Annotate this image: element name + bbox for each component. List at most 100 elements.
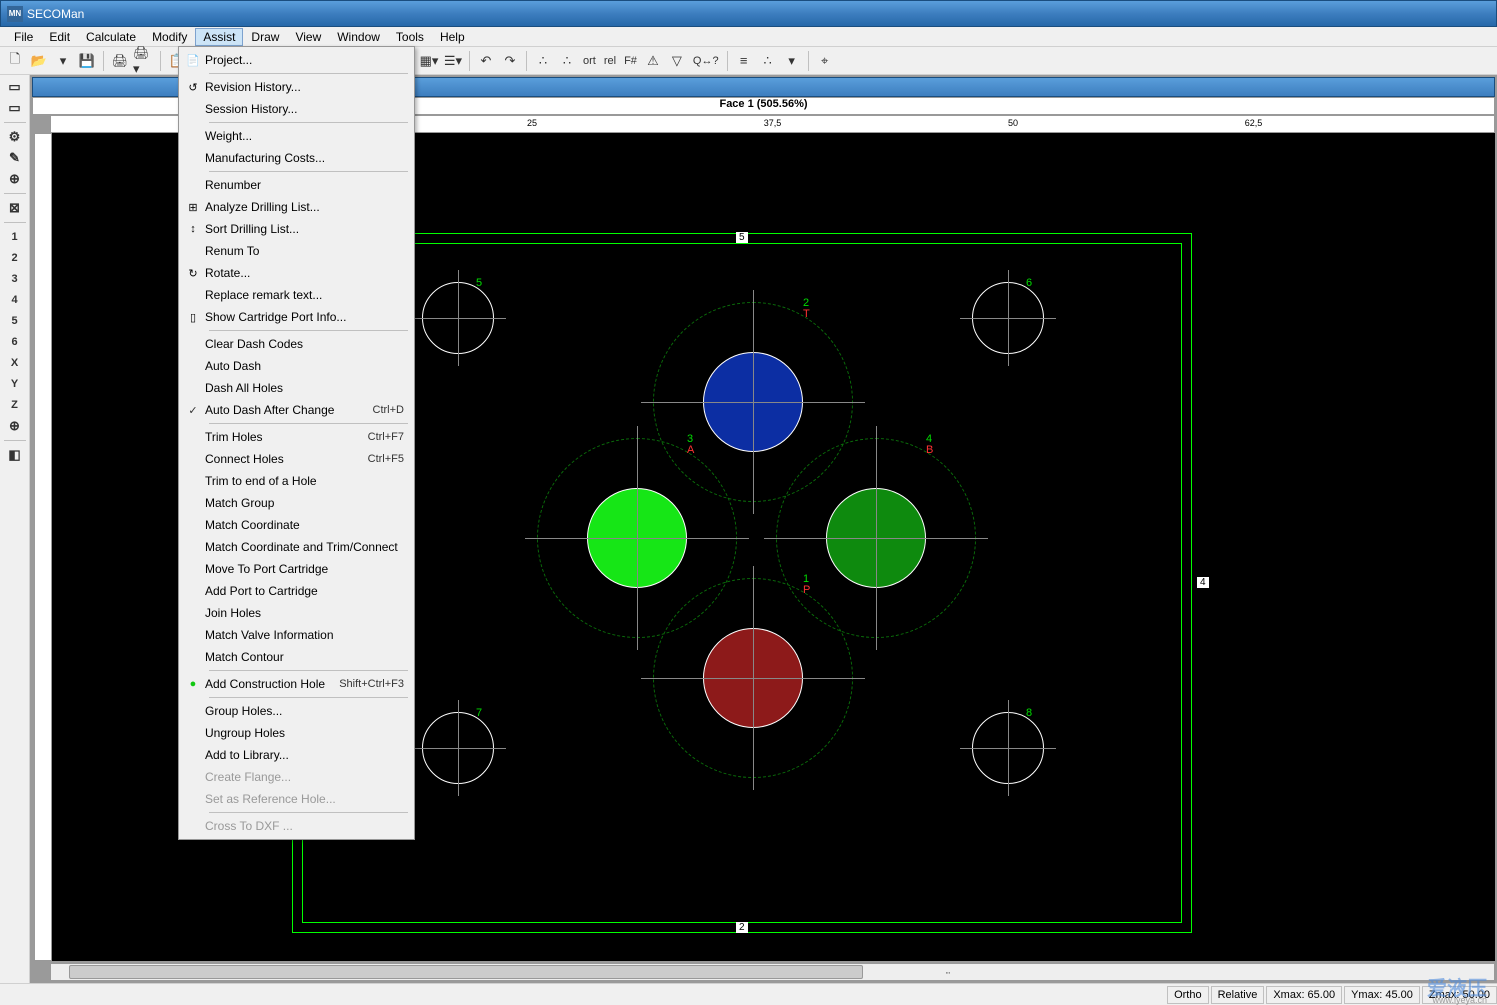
toolbar-layers[interactable]: ▦▾ bbox=[418, 50, 440, 72]
left-toolbar-t4[interactable]: ⊠ bbox=[4, 199, 26, 217]
menu-assist[interactable]: Assist bbox=[195, 28, 243, 46]
toolbar-c2[interactable]: ∴ bbox=[556, 50, 578, 72]
left-toolbar-t5[interactable]: ◧ bbox=[4, 446, 26, 464]
scrollbar-thumb[interactable] bbox=[69, 965, 863, 979]
status-ortho[interactable]: Ortho bbox=[1167, 986, 1209, 1004]
toolbar-print-dd[interactable]: 🖨▾ bbox=[133, 50, 155, 72]
hole-label: 6 bbox=[1026, 278, 1032, 289]
menu-modify[interactable]: Modify bbox=[144, 28, 195, 46]
scrollbar-horizontal[interactable]: ''' bbox=[50, 963, 1495, 981]
status-ymax: Ymax: 45.00 bbox=[1344, 986, 1420, 1004]
toolbar-m1[interactable]: ≡ bbox=[733, 50, 755, 72]
toolbar-ort[interactable]: ort bbox=[580, 50, 599, 72]
toolbar-c1[interactable]: ∴ bbox=[532, 50, 554, 72]
menu-item-add-to-library[interactable]: Add to Library... bbox=[181, 744, 412, 766]
window-title: SECOMan bbox=[27, 7, 84, 21]
left-toolbar-t1[interactable]: ⚙ bbox=[4, 128, 26, 146]
menu-file[interactable]: File bbox=[6, 28, 41, 46]
titlebar: MN SECOMan bbox=[0, 0, 1497, 27]
toolbar-print[interactable]: 🖨 bbox=[109, 50, 131, 72]
menu-item-analyze-drilling-list[interactable]: ⊞Analyze Drilling List... bbox=[181, 196, 412, 218]
menu-item-connect-holes[interactable]: Connect HolesCtrl+F5 bbox=[181, 448, 412, 470]
menu-edit[interactable]: Edit bbox=[41, 28, 78, 46]
toolbar-rel[interactable]: rel bbox=[601, 50, 619, 72]
toolbar-q[interactable]: Q↔? bbox=[690, 50, 722, 72]
menu-item-weight[interactable]: Weight... bbox=[181, 125, 412, 147]
menu-item-match-valve-information[interactable]: Match Valve Information bbox=[181, 624, 412, 646]
menu-icon-blank: ✓ bbox=[181, 404, 205, 417]
toolbar-undo[interactable]: ↶ bbox=[475, 50, 497, 72]
toolbar-m2[interactable]: ∴ bbox=[757, 50, 779, 72]
menu-help[interactable]: Help bbox=[432, 28, 473, 46]
menu-item-sort-drilling-list[interactable]: ↕Sort Drilling List... bbox=[181, 218, 412, 240]
menu-item-auto-dash-after-change[interactable]: ✓Auto Dash After ChangeCtrl+D bbox=[181, 399, 412, 421]
menu-item-replace-remark-text[interactable]: Replace remark text... bbox=[181, 284, 412, 306]
menu-item-add-construction-hole[interactable]: ●Add Construction HoleShift+Ctrl+F3 bbox=[181, 673, 412, 695]
left-toolbar-view1[interactable]: ▭ bbox=[4, 78, 26, 96]
left-toolbar-t3[interactable]: ⊕ bbox=[4, 170, 26, 188]
menu-item-ungroup-holes[interactable]: Ungroup Holes bbox=[181, 722, 412, 744]
toolbar-open-dd[interactable]: ▾ bbox=[52, 50, 74, 72]
left-toolbar-f2[interactable]: 2 bbox=[4, 249, 26, 267]
left-toolbar-f6[interactable]: 6 bbox=[4, 333, 26, 351]
left-toolbar-fspec[interactable]: ⊕ bbox=[4, 417, 26, 435]
hole-label: 4B bbox=[926, 434, 933, 456]
menu-draw[interactable]: Draw bbox=[243, 28, 287, 46]
menu-item-trim-to-end-of-a-hole[interactable]: Trim to end of a Hole bbox=[181, 470, 412, 492]
menu-window[interactable]: Window bbox=[329, 28, 388, 46]
menu-view[interactable]: View bbox=[287, 28, 329, 46]
toolbar-fnum[interactable]: F# bbox=[621, 50, 640, 72]
menu-item-match-contour[interactable]: Match Contour bbox=[181, 646, 412, 668]
menu-item-label: Add Port to Cartridge bbox=[205, 584, 404, 598]
toolbar-new[interactable]: 🗋 bbox=[4, 50, 26, 72]
menu-item-renum-to[interactable]: Renum To bbox=[181, 240, 412, 262]
toolbar-open[interactable]: 📂 bbox=[28, 50, 50, 72]
toolbar-separator bbox=[526, 51, 527, 71]
toolbar-props[interactable]: ☰▾ bbox=[442, 50, 464, 72]
menu-item-show-cartridge-port-info[interactable]: ▯Show Cartridge Port Info... bbox=[181, 306, 412, 328]
menu-item-move-to-port-cartridge[interactable]: Move To Port Cartridge bbox=[181, 558, 412, 580]
left-toolbar-f1[interactable]: 1 bbox=[4, 228, 26, 246]
toolbar-m2d[interactable]: ▾ bbox=[781, 50, 803, 72]
menu-item-project[interactable]: 📄Project... bbox=[181, 49, 412, 71]
menu-item-dash-all-holes[interactable]: Dash All Holes bbox=[181, 377, 412, 399]
menu-icon: 📄 bbox=[181, 54, 205, 67]
left-toolbar-f4[interactable]: 4 bbox=[4, 291, 26, 309]
left-toolbar-f3[interactable]: 3 bbox=[4, 270, 26, 288]
menu-item-group-holes[interactable]: Group Holes... bbox=[181, 700, 412, 722]
menu-item-add-port-to-cartridge[interactable]: Add Port to Cartridge bbox=[181, 580, 412, 602]
menu-item-revision-history[interactable]: ↺Revision History... bbox=[181, 76, 412, 98]
menu-item-join-holes[interactable]: Join Holes bbox=[181, 602, 412, 624]
menu-item-auto-dash[interactable]: Auto Dash bbox=[181, 355, 412, 377]
left-toolbar-t2[interactable]: ✎ bbox=[4, 149, 26, 167]
left-toolbar-fx[interactable]: X bbox=[4, 354, 26, 372]
menu-item-label: Auto Dash bbox=[205, 359, 404, 373]
left-toolbar-f5[interactable]: 5 bbox=[4, 312, 26, 330]
menu-item-clear-dash-codes[interactable]: Clear Dash Codes bbox=[181, 333, 412, 355]
crosshair-v bbox=[1008, 270, 1009, 366]
menu-item-rotate[interactable]: ↻Rotate... bbox=[181, 262, 412, 284]
menu-tools[interactable]: Tools bbox=[388, 28, 432, 46]
toolbar-redo[interactable]: ↷ bbox=[499, 50, 521, 72]
left-toolbar-view2[interactable]: ▭ bbox=[4, 99, 26, 117]
menu-item-match-group[interactable]: Match Group bbox=[181, 492, 412, 514]
toolbar-warn[interactable]: ⚠ bbox=[642, 50, 664, 72]
menu-item-label: Add to Library... bbox=[205, 748, 404, 762]
menu-item-manufacturing-costs[interactable]: Manufacturing Costs... bbox=[181, 147, 412, 169]
status-relative[interactable]: Relative bbox=[1211, 986, 1265, 1004]
menu-item-session-history[interactable]: Session History... bbox=[181, 98, 412, 120]
menu-calculate[interactable]: Calculate bbox=[78, 28, 144, 46]
toolbar-filter2[interactable]: ▽ bbox=[666, 50, 688, 72]
menu-item-match-coordinate[interactable]: Match Coordinate bbox=[181, 514, 412, 536]
left-toolbar-fy[interactable]: Y bbox=[4, 375, 26, 393]
menu-item-renumber[interactable]: Renumber bbox=[181, 174, 412, 196]
left-toolbar-separator bbox=[4, 222, 26, 223]
menu-item-trim-holes[interactable]: Trim HolesCtrl+F7 bbox=[181, 426, 412, 448]
ruler-label: 25 bbox=[527, 118, 537, 128]
toolbar-tool[interactable]: ⌖ bbox=[814, 50, 836, 72]
menu-item-match-coordinate-and-trim-connect[interactable]: Match Coordinate and Trim/Connect bbox=[181, 536, 412, 558]
menu-item-label: Sort Drilling List... bbox=[205, 222, 404, 236]
menu-item-label: Rotate... bbox=[205, 266, 404, 280]
left-toolbar-fz[interactable]: Z bbox=[4, 396, 26, 414]
toolbar-save[interactable]: 💾 bbox=[76, 50, 98, 72]
